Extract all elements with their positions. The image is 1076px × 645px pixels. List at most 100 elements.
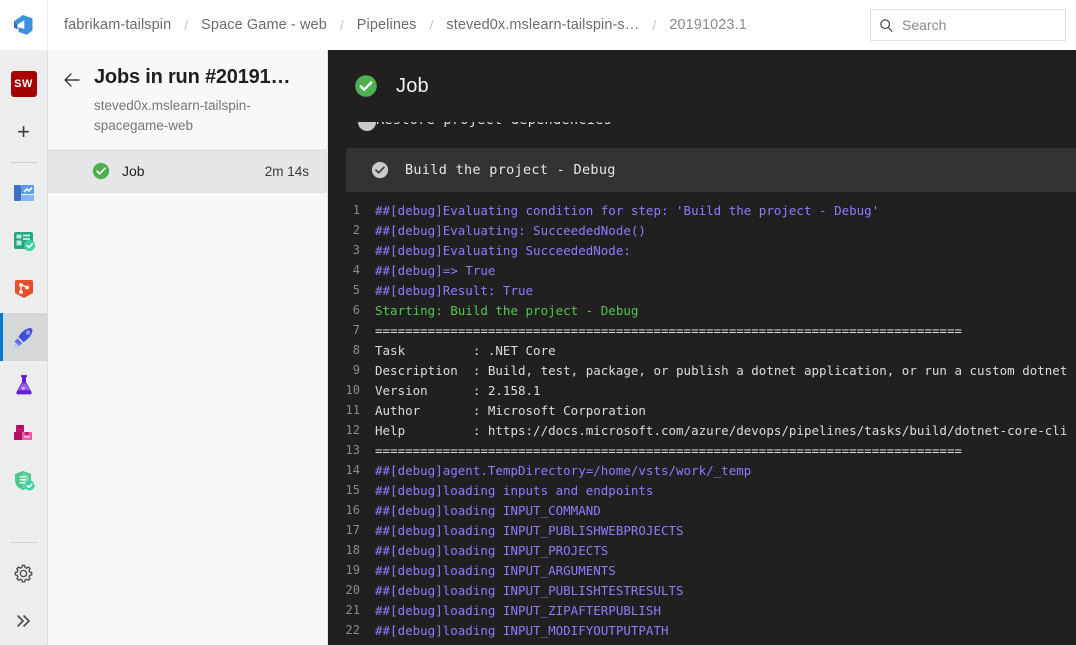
log-line-text: ##[debug]loading INPUT_ZIPAFTERPUBLISH: [375, 602, 661, 618]
search-placeholder: Search: [902, 17, 947, 33]
log-line: 13 ======================================…: [328, 440, 1076, 460]
job-log-header: Job: [328, 50, 1076, 122]
breadcrumb-item-run-number[interactable]: 20191023.1: [667, 15, 749, 35]
breadcrumb-separator: /: [429, 17, 434, 33]
repos-icon: [14, 280, 33, 298]
job-name: Job: [122, 163, 145, 180]
sidebar-item-avatar[interactable]: SW: [0, 60, 48, 108]
log-line-number: 19: [345, 563, 360, 577]
previous-step-row[interactable]: Restore project dependencies: [328, 122, 1076, 148]
log-line-number: 17: [345, 523, 360, 537]
log-line: 6 Starting: Build the project - Debug: [328, 300, 1076, 320]
log-output[interactable]: 1 ##[debug]Evaluating condition for step:…: [328, 192, 1076, 640]
log-line: 2 ##[debug]Evaluating: SucceededNode(): [328, 220, 1076, 240]
sidebar-item-artifacts[interactable]: [0, 409, 48, 457]
log-line-number: 12: [345, 423, 360, 437]
log-line: 21 ##[debug]loading INPUT_ZIPAFTERPUBLISH: [328, 600, 1076, 620]
rail-divider: [10, 162, 37, 163]
jobs-panel-header: Jobs in run #20191… steved0x.mslearn-tai…: [48, 50, 327, 149]
log-line-text: ##[debug]Evaluating condition for step: …: [375, 202, 880, 218]
log-line-number: 4: [352, 263, 360, 277]
log-line: 5 ##[debug]Result: True: [328, 280, 1076, 300]
expand-rail-button[interactable]: [0, 597, 48, 645]
log-line-number: 21: [345, 603, 360, 617]
log-line-number: 10: [345, 383, 360, 397]
previous-step-title: Restore project dependencies: [376, 122, 612, 128]
page-title: Jobs in run #20191…: [94, 66, 291, 88]
log-line-number: 7: [352, 323, 360, 337]
log-line: 11 Author : Microsoft Corporation: [328, 400, 1076, 420]
log-line-text: ========================================…: [375, 442, 962, 458]
log-line-text: Help : https://docs.microsoft.com/azure/…: [375, 422, 1068, 438]
pipelines-icon: [14, 328, 32, 348]
log-line-text: Version : 2.158.1: [375, 382, 541, 398]
sidebar-item-new[interactable]: +: [0, 108, 48, 156]
pipeline-subtitle: steved0x.mslearn-tailspin-spacegame-web: [94, 98, 251, 133]
log-line: 12 Help : https://docs.microsoft.com/azur…: [328, 420, 1076, 440]
breadcrumb-separator: /: [184, 17, 189, 33]
sidebar-item-project-settings[interactable]: [0, 549, 48, 597]
log-line-text: ##[debug]Result: True: [375, 282, 534, 298]
sidebar-item-test-plans[interactable]: [0, 361, 48, 409]
log-line-number: 15: [345, 483, 360, 497]
log-line: 9 Description : Build, test, package, or …: [328, 360, 1076, 380]
success-check-icon: [92, 163, 110, 180]
app-root: fabrikam-tailspin / Space Game - web / P…: [0, 0, 1076, 645]
top-navigation-bar: fabrikam-tailspin / Space Game - web / P…: [0, 0, 1076, 50]
security-icon: [14, 471, 34, 491]
back-arrow-icon[interactable]: [62, 70, 82, 90]
log-line: 16 ##[debug]loading INPUT_COMMAND: [328, 500, 1076, 520]
breadcrumb-item-organization[interactable]: fabrikam-tailspin: [62, 15, 173, 35]
breadcrumb-item-pipelines[interactable]: Pipelines: [355, 15, 419, 35]
log-line-number: 8: [352, 343, 360, 357]
log-line-text: ##[debug]loading INPUT_COMMAND: [375, 502, 601, 518]
log-line-text: ##[debug]Evaluating SucceededNode:: [375, 242, 631, 258]
boards-icon: [13, 232, 35, 251]
search-input[interactable]: Search: [870, 9, 1066, 41]
current-step-header[interactable]: Build the project - Debug: [346, 148, 1076, 192]
overview-icon: [13, 185, 34, 201]
log-line: 4 ##[debug]=> True: [328, 260, 1076, 280]
log-line-number: 11: [345, 403, 360, 417]
sidebar-item-overview[interactable]: [0, 169, 48, 217]
log-line-number: 3: [352, 243, 360, 257]
log-line-number: 13: [345, 443, 360, 457]
log-line-text: ##[debug]loading INPUT_PUBLISHWEBPROJECT…: [375, 522, 684, 538]
log-line-text: Task : .NET Core: [375, 342, 556, 358]
job-list-item[interactable]: Job 2m 14s: [48, 149, 327, 194]
log-line-text: ##[debug]agent.TempDirectory=/home/vsts/…: [375, 462, 752, 478]
search-icon: [880, 18, 893, 32]
sidebar-item-repos[interactable]: [0, 265, 48, 313]
chevron-double-right-icon: [16, 615, 30, 627]
breadcrumb-item-project[interactable]: Space Game - web: [199, 15, 329, 35]
log-line: 19 ##[debug]loading INPUT_ARGUMENTS: [328, 560, 1076, 580]
log-line: 3 ##[debug]Evaluating SucceededNode:: [328, 240, 1076, 260]
log-line-text: ##[debug]=> True: [375, 262, 496, 278]
log-line-text: Starting: Build the project - Debug: [375, 302, 639, 318]
plus-icon: +: [17, 119, 30, 144]
azure-devops-logo[interactable]: [0, 0, 48, 50]
sidebar-item-security[interactable]: [0, 457, 48, 505]
log-line-number: 22: [345, 623, 360, 637]
log-line: 22 ##[debug]loading INPUT_MODIFYOUTPUTPAT…: [328, 620, 1076, 640]
log-line: 14 ##[debug]agent.TempDirectory=/home/vst…: [328, 460, 1076, 480]
success-check-gray-icon: [358, 122, 376, 131]
jobs-panel-title-row: Jobs in run #20191…: [62, 66, 311, 90]
success-check-gray-icon: [371, 161, 389, 179]
log-line-number: 2: [352, 223, 360, 237]
job-steps: Restore project dependencies Build the p…: [328, 122, 1076, 645]
current-step-title: Build the project - Debug: [405, 162, 616, 178]
log-line-number: 18: [345, 543, 360, 557]
breadcrumb-item-pipeline-name[interactable]: steved0x.mslearn-tailspin-s…: [444, 15, 641, 35]
log-line-text: Author : Microsoft Corporation: [375, 402, 646, 418]
main-body: SW + Jobs in run #20191… steved0x.mslear…: [0, 50, 1076, 645]
log-line-number: 14: [345, 463, 360, 477]
log-line: 1 ##[debug]Evaluating condition for step:…: [328, 200, 1076, 220]
log-line-number: 9: [352, 363, 360, 377]
log-line: 20 ##[debug]loading INPUT_PUBLISHTESTRESU…: [328, 580, 1076, 600]
job-log-title: Job: [396, 74, 429, 97]
log-line-text: ##[debug]loading INPUT_PUBLISHTESTRESULT…: [375, 582, 684, 598]
sidebar-item-boards[interactable]: [0, 217, 48, 265]
sidebar-item-pipelines[interactable]: [0, 313, 48, 361]
log-line: 10 Version : 2.158.1: [328, 380, 1076, 400]
